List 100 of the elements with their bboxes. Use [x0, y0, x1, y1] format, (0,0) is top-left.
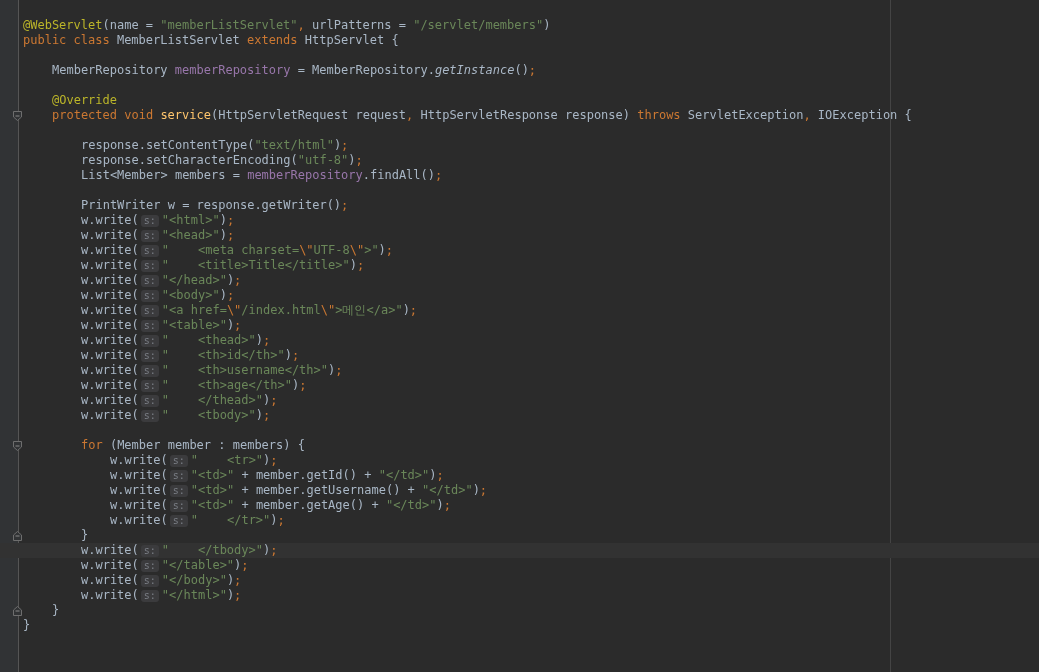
code-token: "</td>"	[422, 483, 473, 497]
code-token: )	[219, 228, 227, 242]
code-token: " </tbody>"	[161, 543, 263, 557]
code-token: w.write(	[81, 408, 139, 422]
code-token: response.setContentType(	[81, 138, 255, 152]
code-token: + member.getUsername() +	[240, 483, 416, 497]
code-token: w.write(	[81, 558, 139, 572]
parameter-hint: s:	[169, 470, 188, 482]
parameter-hint: s:	[169, 485, 188, 497]
code-token: )	[263, 543, 271, 557]
code-token: getInstance	[434, 63, 515, 77]
collapse-icon[interactable]	[13, 110, 22, 121]
code-token: ;	[443, 498, 451, 512]
code-token: )	[284, 348, 292, 362]
code-token: ,	[406, 108, 415, 122]
code-token: ;	[291, 348, 300, 362]
code-token: )	[436, 498, 444, 512]
code-token: )	[234, 558, 242, 572]
code-token: ;	[479, 483, 488, 497]
code-token: protected void	[52, 108, 155, 122]
code-token: + member.getAge() +	[240, 498, 380, 512]
code-token: w.write(	[81, 273, 139, 287]
code-token: (name =	[102, 18, 155, 32]
code-token: )	[219, 288, 227, 302]
code-token: ;	[335, 363, 343, 377]
code-token: \"	[349, 243, 365, 257]
code-token: )	[226, 273, 235, 287]
code-token: "text/html"	[254, 138, 334, 152]
code-token: w.write(	[110, 453, 168, 467]
code-token: (Member member : members) {	[109, 438, 305, 452]
code-token: w.write(	[81, 348, 139, 362]
code-token: )	[333, 138, 342, 152]
code-token: PrintWriter w = response.getWriter()	[81, 198, 342, 212]
code-token: " <title>Title</title>"	[161, 258, 350, 272]
code-token: ;	[436, 468, 444, 482]
collapse-icon[interactable]	[13, 605, 22, 616]
code-token: ;	[270, 453, 278, 467]
code-token: w.write(	[81, 228, 139, 242]
code-editor[interactable]	[0, 0, 1039, 672]
code-token: "</html>"	[161, 588, 227, 602]
code-token: ;	[241, 558, 249, 572]
parameter-hint: s:	[169, 515, 188, 527]
code-token: " <meta charset=	[161, 243, 300, 257]
code-token: ServletException	[687, 108, 804, 122]
code-token: ;	[356, 258, 365, 272]
code-token: w.write(	[81, 588, 139, 602]
code-token: w.write(	[81, 393, 139, 407]
parameter-hint: s:	[140, 230, 159, 242]
code-token: MemberRepository	[52, 63, 169, 77]
code-token: w.write(	[110, 513, 168, 527]
code-token: UTF-8	[313, 243, 350, 257]
code-token: throws	[637, 108, 682, 122]
code-token: ()	[514, 63, 529, 77]
parameter-hint: s:	[140, 380, 159, 392]
code-token: )	[348, 153, 356, 167]
collapse-icon[interactable]	[13, 530, 22, 541]
code-token: " <tbody>"	[161, 408, 256, 422]
code-token: " <th>id</th>"	[161, 348, 285, 362]
code-token: w.write(	[81, 288, 139, 302]
code-token: "<td>"	[190, 498, 235, 512]
code-token: \"	[320, 303, 336, 317]
code-token: "<body>"	[161, 288, 220, 302]
code-token: }	[23, 618, 31, 632]
parameter-hint: s:	[140, 395, 159, 407]
collapse-icon[interactable]	[13, 440, 22, 451]
code-token: "</td>"	[378, 468, 430, 482]
code-token: ;	[234, 318, 242, 332]
code-token: = MemberRepository.	[296, 63, 435, 77]
code-token: ;	[234, 588, 242, 602]
code-token: )	[402, 303, 410, 317]
parameter-hint: s:	[140, 410, 159, 422]
code-token: ,	[297, 18, 306, 32]
code-token: " <th>username</th>"	[161, 363, 328, 377]
code-token: \"	[226, 303, 242, 317]
code-token: )	[291, 378, 300, 392]
code-token: + member.getId() +	[240, 468, 373, 482]
code-token: ;	[226, 288, 235, 302]
code-token: @WebServlet	[23, 18, 103, 32]
code-token: "utf-8"	[297, 153, 349, 167]
parameter-hint: s:	[140, 560, 159, 572]
code-token: w.write(	[81, 543, 139, 557]
code-token: ;	[341, 138, 349, 152]
code-token: ;	[263, 408, 271, 422]
code-token: HttpServlet {	[304, 33, 399, 47]
code-token: (HttpServletRequest request	[210, 108, 407, 122]
code-token: w.write(	[81, 378, 139, 392]
parameter-hint: s:	[140, 275, 159, 287]
code-token: "</head>"	[161, 273, 227, 287]
parameter-hint: s:	[140, 350, 159, 362]
code-token: "<html>"	[161, 213, 220, 227]
code-token: ;	[299, 378, 307, 392]
code-token: }	[52, 603, 60, 617]
code-token: ;	[226, 228, 235, 242]
code-token: >메인</a>"	[335, 303, 403, 317]
code-token: w.write(	[110, 498, 168, 512]
code-token: extends	[246, 33, 299, 47]
code-token: w.write(	[81, 318, 139, 332]
code-token: "<table>"	[161, 318, 227, 332]
parameter-hint: s:	[140, 545, 159, 557]
parameter-hint: s:	[140, 245, 159, 257]
